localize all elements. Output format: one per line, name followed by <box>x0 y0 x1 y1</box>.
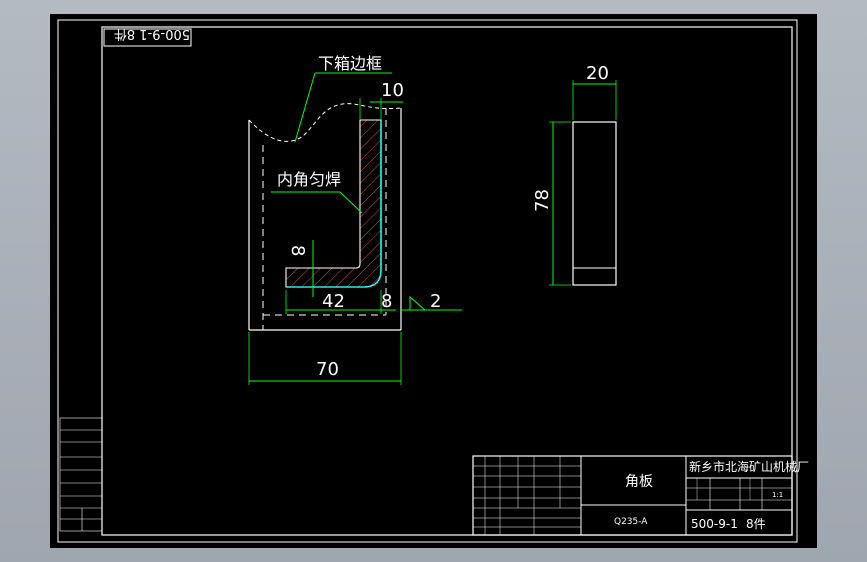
part-name: 角板 <box>625 474 653 490</box>
cad-drawing: 500-9-1 8件 下箱边框 内角匀焊 10 8 42 8 2 70 20 7… <box>50 14 817 548</box>
dim-8v-text: 8 <box>287 245 308 256</box>
lower-frame-label: 下箱边框 <box>318 54 382 73</box>
scale: 1:1 <box>772 491 783 499</box>
dim-20-text: 20 <box>586 63 609 84</box>
dim-70-text: 70 <box>316 359 339 380</box>
cad-viewport: 500-9-1 8件 下箱边框 内角匀焊 10 8 42 8 2 70 20 7… <box>0 0 867 562</box>
weld-size-text: 2 <box>430 291 441 312</box>
rotated-drawing-number: 500-9-1 8件 <box>114 26 190 41</box>
dim-10-text: 10 <box>381 80 404 101</box>
dim-8b-text: 8 <box>381 291 392 312</box>
dim-42-text: 42 <box>322 291 345 312</box>
company-name: 新乡市北海矿山机械厂 <box>689 459 809 474</box>
drawing-number: 500-9-1 <box>691 517 738 531</box>
dim-78-text: 78 <box>532 189 553 212</box>
material: Q235-A <box>614 517 648 527</box>
quantity: 8件 <box>746 517 766 531</box>
weld-note-label: 内角匀焊 <box>277 170 341 189</box>
